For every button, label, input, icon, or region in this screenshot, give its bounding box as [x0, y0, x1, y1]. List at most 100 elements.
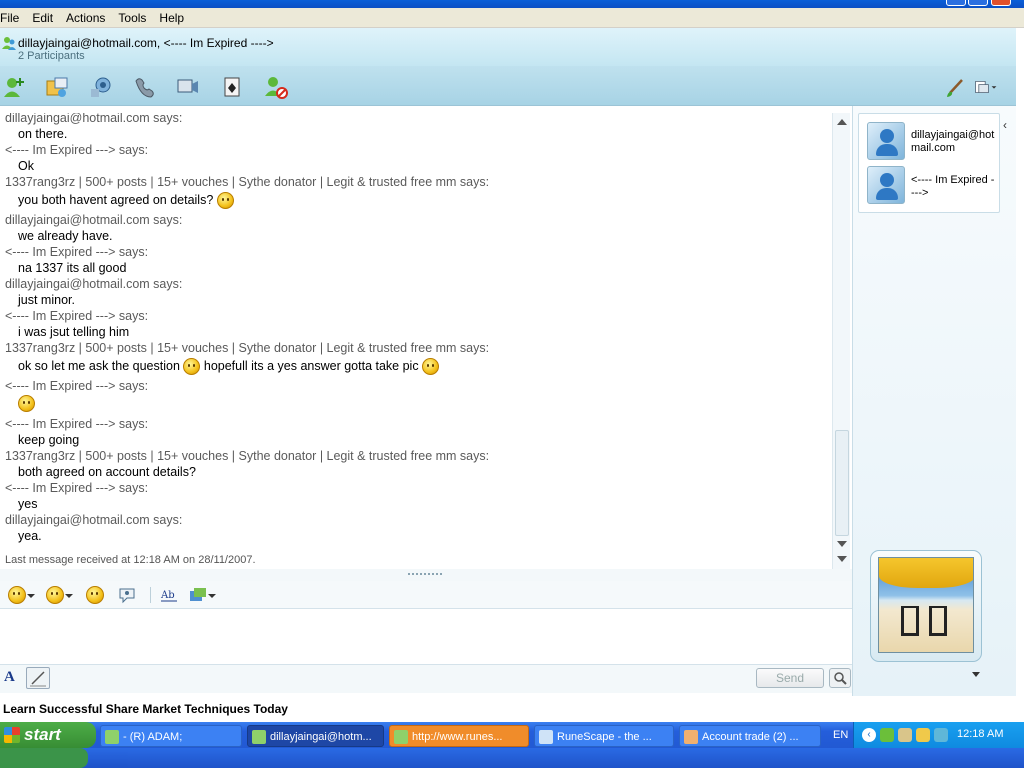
start-label: start: [24, 725, 61, 744]
video-call-icon[interactable]: [176, 75, 200, 99]
minimize-button[interactable]: [946, 0, 966, 6]
scroll-thumb[interactable]: [835, 430, 849, 536]
messenger-tray-icon[interactable]: [880, 728, 894, 742]
chevron-down-icon[interactable]: [26, 586, 36, 604]
language-indicator[interactable]: EN: [833, 729, 848, 741]
umbrella-shape: [879, 558, 973, 588]
sender-line: 1337rang3rz | 500+ posts | 15+ vouches |…: [5, 341, 490, 355]
participant-name[interactable]: <---- Im Expired ---->: [911, 174, 995, 200]
participant-list: dillayjaingai@hotmail.com <---- Im Expir…: [858, 113, 1000, 213]
taskbar-item[interactable]: RuneScape - the ...: [534, 725, 674, 747]
message-line: we already have.: [18, 229, 113, 243]
emoticon-icon: [216, 192, 234, 209]
sender-line: <---- Im Expired ---> says:: [5, 143, 149, 157]
block-contact-icon[interactable]: [264, 75, 288, 99]
taskbar-item[interactable]: dillayjaingai@hotm...: [247, 725, 384, 747]
menu-file[interactable]: File: [0, 11, 19, 25]
advertisement-text[interactable]: Learn Successful Share Market Techniques…: [3, 702, 288, 716]
collapse-pane-icon[interactable]: ‹: [1003, 118, 1013, 134]
send-button[interactable]: Send: [756, 668, 824, 688]
background-brush-icon[interactable]: [944, 75, 968, 99]
message-line: ok so let me ask the question hopefull i…: [18, 358, 440, 375]
display-picture[interactable]: [870, 550, 982, 662]
sender-line: dillayjaingai@hotmail.com says:: [5, 113, 183, 125]
windows-taskbar: start - (R) ADAM; dillayjaingai@hotm... …: [0, 722, 1024, 768]
voice-clip-icon[interactable]: [118, 586, 136, 604]
scroll-up-arrow-icon[interactable]: [837, 119, 847, 125]
taskbar-item-label: dillayjaingai@hotm...: [270, 731, 372, 743]
background-taskbar: [0, 748, 1024, 768]
network-tray-icon[interactable]: [898, 728, 912, 742]
games-icon[interactable]: [221, 75, 245, 99]
sender-line: <---- Im Expired ---> says:: [5, 379, 149, 393]
search-button[interactable]: [829, 668, 851, 688]
nudge-icon[interactable]: [86, 586, 104, 604]
webcam-icon[interactable]: [89, 75, 113, 99]
messenger-icon: [105, 730, 119, 744]
forum-icon: [684, 730, 698, 744]
call-icon[interactable]: [133, 75, 157, 99]
participant-avatar[interactable]: [867, 122, 905, 160]
window-title-bar: [0, 0, 1024, 8]
chair-shape: [929, 606, 947, 636]
chevron-down-icon[interactable]: [64, 586, 74, 604]
chat-scrollbar[interactable]: [832, 113, 850, 569]
scroll-to-end-icon[interactable]: [837, 556, 847, 564]
close-window-button[interactable]: [991, 0, 1011, 6]
taskbar-item[interactable]: http://www.runes...: [389, 725, 529, 747]
volume-tray-icon[interactable]: [934, 728, 948, 742]
sender-line: dillayjaingai@hotmail.com says:: [5, 513, 183, 527]
send-files-icon[interactable]: [45, 75, 69, 99]
message-line: yea.: [18, 529, 42, 543]
taskbar-item[interactable]: Account trade (2) ...: [679, 725, 821, 747]
font-button[interactable]: A: [4, 669, 22, 689]
sender-line: dillayjaingai@hotmail.com says:: [5, 213, 183, 227]
participant-avatar[interactable]: [867, 166, 905, 204]
conversation-toolbar: [0, 66, 1016, 106]
splitter-grip-icon[interactable]: [408, 573, 442, 576]
svg-text:Ab: Ab: [160, 590, 175, 601]
scroll-down-arrow-icon[interactable]: [837, 541, 847, 547]
menu-display-icon[interactable]: [974, 75, 998, 99]
display-picture-menu-icon[interactable]: [972, 672, 980, 677]
emoticon-picker-icon[interactable]: [8, 586, 26, 604]
menu-help[interactable]: Help: [159, 11, 184, 25]
participant-count: 2 Participants: [18, 50, 85, 62]
message-line: i was jsut telling him: [18, 325, 130, 339]
pen-icon: [30, 671, 46, 687]
font-style-icon[interactable]: Ab: [160, 586, 178, 604]
conversation-header: dillayjaingai@hotmail.com, <---- Im Expi…: [0, 28, 1016, 66]
message-input[interactable]: [0, 609, 852, 665]
clock[interactable]: 12:18 AM: [957, 728, 1003, 740]
pane-splitter[interactable]: [0, 569, 852, 581]
wink-picker-icon[interactable]: [46, 586, 64, 604]
background-start-button: [0, 748, 88, 768]
show-hidden-icons-icon[interactable]: ‹: [862, 728, 876, 742]
chat-history[interactable]: dillayjaingai@hotmail.com says: on there…: [0, 113, 832, 568]
menu-tools[interactable]: Tools: [118, 11, 146, 25]
chair-shape: [901, 606, 919, 636]
chevron-down-icon[interactable]: [207, 586, 217, 604]
smile-emoticon-icon: [183, 358, 201, 375]
menu-actions[interactable]: Actions: [66, 11, 105, 25]
start-button[interactable]: start: [0, 722, 96, 748]
menu-edit[interactable]: Edit: [32, 11, 53, 25]
handwriting-button[interactable]: [26, 667, 50, 689]
menu-bar: File Edit Actions Tools Help: [0, 8, 1024, 28]
sender-line: 1337rang3rz | 500+ posts | 15+ vouches |…: [5, 175, 490, 189]
system-tray: ‹ 12:18 AM: [853, 722, 1024, 748]
maximize-button[interactable]: [968, 0, 988, 6]
taskbar-item-label: - (R) ADAM;: [123, 731, 183, 743]
security-tray-icon[interactable]: [916, 728, 930, 742]
taskbar-item-label: RuneScape - the ...: [557, 731, 652, 743]
taskbar-item[interactable]: - (R) ADAM;: [100, 725, 242, 747]
background-picker-icon[interactable]: [189, 586, 207, 604]
search-icon: [834, 672, 847, 685]
message-text: hopefull its a yes answer gotta take pic: [203, 358, 419, 373]
advertisement-bar[interactable]: Learn Successful Share Market Techniques…: [0, 697, 1016, 719]
message-text: you both havent agreed on details?: [18, 192, 214, 207]
taskbar-item-label: Account trade (2) ...: [702, 731, 799, 743]
messenger-icon: [394, 730, 408, 744]
participant-name[interactable]: dillayjaingai@hotmail.com: [911, 129, 995, 155]
invite-contact-icon[interactable]: [2, 75, 26, 99]
